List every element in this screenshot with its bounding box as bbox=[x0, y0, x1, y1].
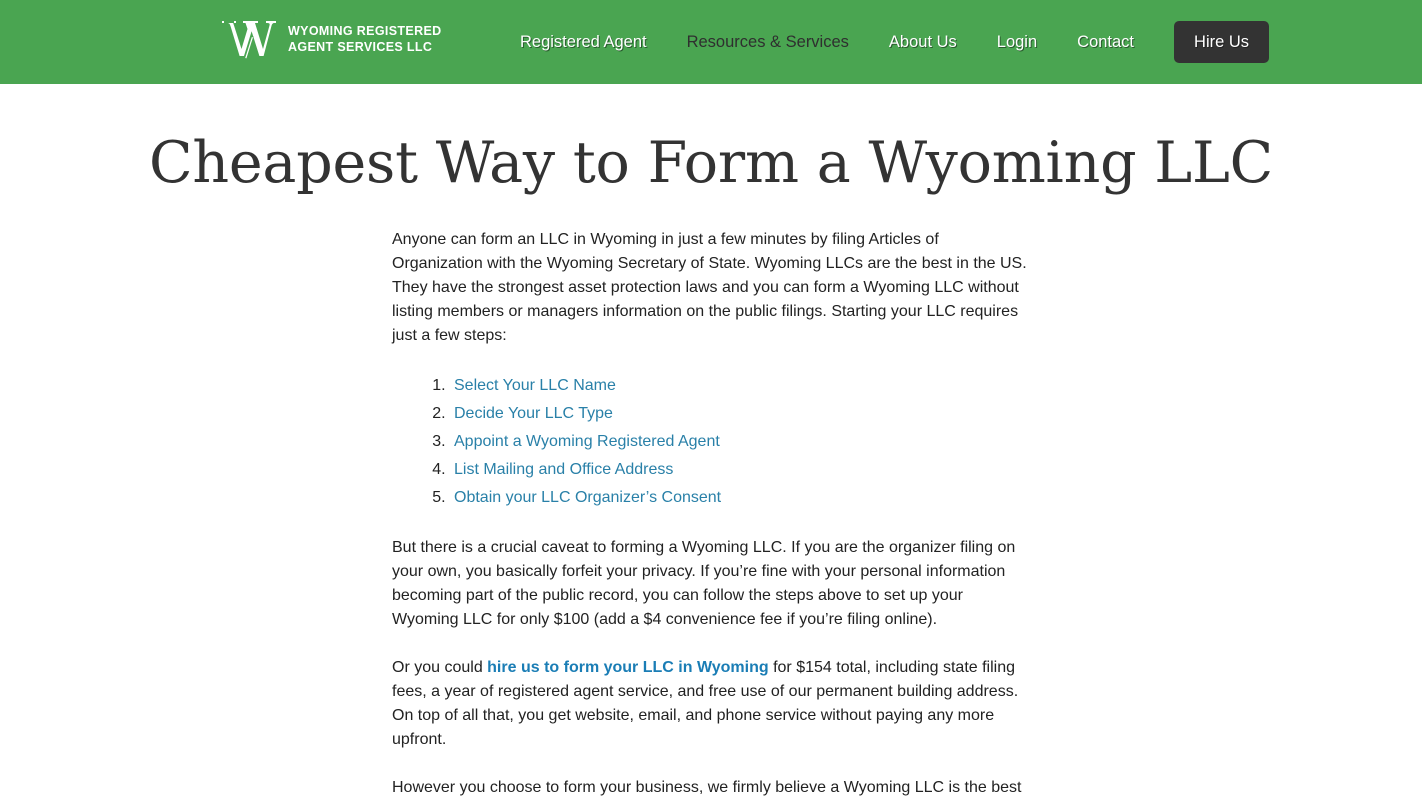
step-link-appoint-agent[interactable]: Appoint a Wyoming Registered Agent bbox=[454, 433, 720, 450]
list-item: Appoint a Wyoming Registered Agent bbox=[450, 428, 1030, 456]
llc-steps-list: Select Your LLC Name Decide Your LLC Typ… bbox=[392, 372, 1030, 512]
hire-us-inline-link[interactable]: hire us to form your LLC in Wyoming bbox=[487, 659, 768, 676]
nav-item-login[interactable]: Login bbox=[997, 32, 1037, 52]
step-link-decide-type[interactable]: Decide Your LLC Type bbox=[454, 405, 613, 422]
brand-name-line-1: Wyoming Registered bbox=[288, 24, 442, 38]
article-body: Anyone can form an LLC in Wyoming in jus… bbox=[392, 198, 1030, 800]
list-item: Select Your LLC Name bbox=[450, 372, 1030, 400]
nav-item-contact[interactable]: Contact bbox=[1077, 32, 1134, 52]
nav-item-resources-services[interactable]: Resources & Services bbox=[687, 32, 849, 52]
nav-item-about-us[interactable]: About Us bbox=[889, 32, 957, 52]
step-link-select-name[interactable]: Select Your LLC Name bbox=[454, 377, 616, 394]
brand-name: Wyoming Registered Agent Services LLC bbox=[288, 23, 442, 55]
offer-paragraph: Or you could hire us to form your LLC in… bbox=[392, 656, 1030, 752]
site-header: Wyoming Registered Agent Services LLC Re… bbox=[0, 0, 1422, 84]
hire-us-button[interactable]: Hire Us bbox=[1174, 21, 1270, 63]
w-monogram-logo-icon bbox=[220, 16, 278, 62]
intro-paragraph: Anyone can form an LLC in Wyoming in jus… bbox=[392, 231, 1027, 344]
main-navigation: Registered Agent Resources & Services Ab… bbox=[520, 0, 1270, 84]
step-link-list-address[interactable]: List Mailing and Office Address bbox=[454, 461, 673, 478]
brand-name-line-2: Agent Services LLC bbox=[288, 40, 433, 54]
list-item: List Mailing and Office Address bbox=[450, 456, 1030, 484]
list-item: Decide Your LLC Type bbox=[450, 400, 1030, 428]
offer-text-before-link: Or you could bbox=[392, 659, 488, 676]
list-item: Obtain your LLC Organizer’s Consent bbox=[450, 484, 1030, 512]
brand-logo-link[interactable]: Wyoming Registered Agent Services LLC bbox=[220, 16, 442, 62]
step-link-organizer-consent[interactable]: Obtain your LLC Organizer’s Consent bbox=[454, 489, 721, 506]
nav-item-registered-agent[interactable]: Registered Agent bbox=[520, 32, 647, 52]
caveat-paragraph: But there is a crucial caveat to forming… bbox=[392, 539, 1016, 628]
page-title: Cheapest Way to Form a Wyoming LLC bbox=[148, 130, 1274, 196]
closing-paragraph: However you choose to form your business… bbox=[392, 779, 1022, 796]
